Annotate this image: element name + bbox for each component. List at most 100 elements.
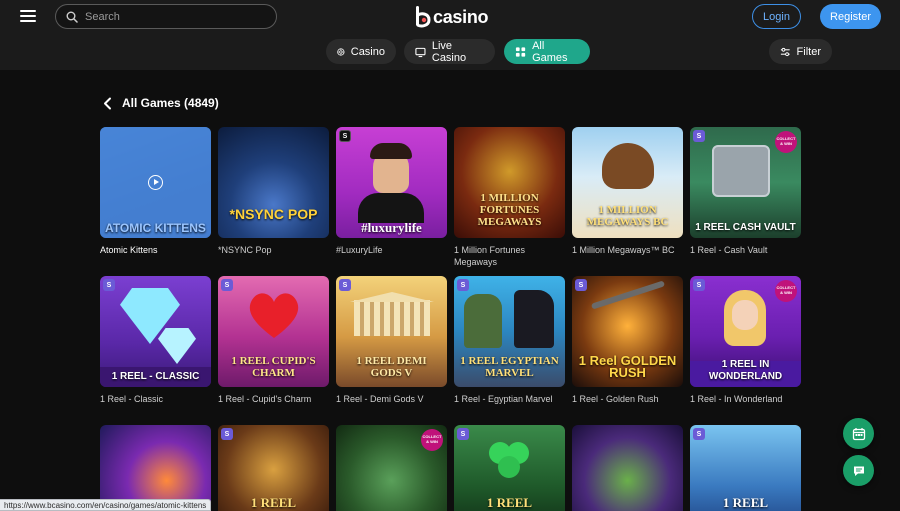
- game-caption[interactable]: 1 Million Fortunes Megaways: [454, 244, 564, 268]
- logo-b-mark: [414, 5, 432, 29]
- provider-badge: S: [221, 428, 233, 440]
- calendar-button[interactable]: [843, 418, 874, 449]
- game-tile-1-reel-in-wonderland[interactable]: 1 REEL IN WONDERLAND S COLLECT & WIN: [690, 276, 801, 387]
- game-tile-1-million-fortunes[interactable]: 1 MILLION FORTUNES MEGAWAYS: [454, 127, 565, 238]
- provider-badge: S: [221, 279, 233, 291]
- provider-badge: S: [693, 279, 705, 291]
- heart-icon: [249, 293, 299, 338]
- game-art-title: 1 Reel GOLDEN RUSH: [578, 353, 677, 380]
- game-art-title: 1 REEL: [250, 495, 297, 510]
- login-button[interactable]: Login: [752, 4, 801, 29]
- game-art-title: 1 REEL - CLASSIC: [111, 371, 200, 382]
- character-suit: [358, 193, 424, 223]
- tab-live-casino[interactable]: Live Casino: [404, 39, 495, 64]
- status-bar-url: https://www.bcasino.com/en/casino/games/…: [0, 499, 212, 511]
- chat-icon: [853, 466, 864, 476]
- anubis-figure: [514, 290, 554, 348]
- provider-badge: S: [457, 279, 469, 291]
- search-input[interactable]: [85, 10, 265, 23]
- game-tile-1-reel-golden-rush[interactable]: 1 Reel GOLDEN RUSH S: [572, 276, 683, 387]
- collect-win-badge: COLLECT & WIN: [775, 131, 797, 153]
- character-hair: [370, 143, 412, 159]
- game-caption[interactable]: *NSYNC Pop: [218, 244, 333, 256]
- search-box[interactable]: [55, 4, 277, 29]
- provider-badge: S: [575, 279, 587, 291]
- clover-icon: [489, 442, 529, 478]
- calendar-icon: [852, 427, 865, 440]
- game-art-title: 1 REEL: [486, 495, 533, 510]
- filter-button[interactable]: Filter: [769, 39, 832, 64]
- game-caption[interactable]: 1 Reel - Classic: [100, 393, 215, 405]
- tab-casino[interactable]: Casino: [326, 39, 396, 64]
- game-caption[interactable]: 1 Reel - Egyptian Marvel: [454, 393, 569, 405]
- logo-text: casino: [433, 6, 489, 27]
- game-caption[interactable]: 1 Reel - Cash Vault: [690, 244, 805, 256]
- game-art-title: 1 REEL IN WONDERLAND: [708, 359, 783, 382]
- game-caption[interactable]: 1 Reel - Cupid's Charm: [218, 393, 333, 405]
- bcasino-logo[interactable]: casino: [414, 4, 489, 30]
- filter-sliders-icon: [780, 47, 790, 56]
- game-art-title: *NSYNC POP: [229, 206, 318, 222]
- game-tile-1-reel-ice[interactable]: 1 REEL S: [690, 425, 801, 511]
- collect-win-badge: COLLECT & WIN: [421, 429, 443, 451]
- game-tile-atomic-kittens[interactable]: ATOMIC KITTENS: [100, 127, 211, 238]
- game-tile-forest-witch[interactable]: [572, 425, 683, 511]
- game-art-title: 1 REEL EGYPTIAN MARVEL: [460, 355, 559, 379]
- tab-live-casino-label: Live Casino: [431, 39, 467, 64]
- play-icon[interactable]: [148, 175, 163, 190]
- game-art-title: 1 MILLION MEGAWAYS BC: [586, 204, 669, 228]
- game-caption[interactable]: 1 Reel - In Wonderland: [690, 393, 805, 405]
- provider-badge: S: [693, 428, 705, 440]
- tab-casino-label: Casino: [350, 45, 385, 58]
- game-art-title: 1 REEL DEMI GODS V: [356, 355, 427, 379]
- game-caption[interactable]: #LuxuryLife: [336, 244, 451, 256]
- provider-badge: S: [693, 130, 705, 142]
- game-art-title: 1 REEL: [722, 495, 769, 510]
- game-tile-1-reel-classic[interactable]: 1 REEL - CLASSIC S: [100, 276, 211, 387]
- provider-badge: S: [457, 428, 469, 440]
- top-bar: casino Login Register Casino Live Casino…: [0, 0, 900, 70]
- game-tile-1-million-megaways-bc[interactable]: 1 MILLION MEGAWAYS BC: [572, 127, 683, 238]
- provider-badge: S: [339, 130, 351, 142]
- mammoth-figure: [602, 143, 654, 189]
- game-tile-1-reel-demi-gods-v[interactable]: 1 REEL DEMI GODS V S: [336, 276, 447, 387]
- game-tile-1-reel-egyptian-marvel[interactable]: 1 REEL EGYPTIAN MARVEL S: [454, 276, 565, 387]
- menu-icon[interactable]: [20, 10, 36, 24]
- tab-all-games[interactable]: All Games: [504, 39, 590, 64]
- vault-safe: [712, 145, 770, 197]
- horus-figure: [464, 294, 502, 348]
- provider-badge: S: [103, 279, 115, 291]
- temple-columns: [354, 300, 430, 336]
- game-tile-1-reel-cupids-charm[interactable]: 1 REEL CUPID'S CHARM S: [218, 276, 329, 387]
- game-tile-nsync-pop[interactable]: *NSYNC POP: [218, 127, 329, 238]
- game-tile-luxurylife[interactable]: #luxurylife S: [336, 127, 447, 238]
- grid-icon: [515, 46, 526, 57]
- filter-label: Filter: [796, 45, 821, 58]
- game-art-title: 1 MILLION FORTUNES MEGAWAYS: [477, 192, 542, 228]
- section-header: All Games (4849): [103, 96, 219, 110]
- tab-all-games-label: All Games: [532, 39, 568, 64]
- game-caption[interactable]: 1 Reel - Demi Gods V: [336, 393, 451, 405]
- provider-badge: S: [339, 279, 351, 291]
- game-art-title: 1 REEL CUPID'S CHARM: [231, 355, 316, 379]
- game-art-title: ATOMIC KITTENS: [105, 221, 206, 235]
- game-art-title: 1 REEL CASH VAULT: [695, 222, 796, 233]
- live-tv-icon: [415, 47, 426, 57]
- game-caption[interactable]: 1 Reel - Golden Rush: [572, 393, 687, 405]
- back-chevron-icon[interactable]: [103, 97, 112, 110]
- page-title: All Games (4849): [122, 96, 219, 110]
- game-tile-1-reel-cash-vault[interactable]: 1 REEL CASH VAULT S COLLECT & WIN: [690, 127, 801, 238]
- search-icon: [66, 11, 78, 23]
- collect-win-badge: COLLECT & WIN: [775, 280, 797, 302]
- game-tile-medusa[interactable]: COLLECT & WIN: [336, 425, 447, 511]
- game-tile-1-reel-clover[interactable]: 1 REEL S: [454, 425, 565, 511]
- chip-icon: [337, 47, 345, 56]
- alice-face: [732, 300, 758, 330]
- game-caption[interactable]: Atomic Kittens: [100, 244, 215, 256]
- chat-button[interactable]: [843, 455, 874, 486]
- register-button[interactable]: Register: [820, 4, 881, 29]
- game-art: [572, 425, 683, 511]
- game-caption[interactable]: 1 Million Megaways™ BC: [572, 244, 687, 256]
- game-tile-1-reel-bison[interactable]: 1 REEL S: [218, 425, 329, 511]
- game-art-title: #luxurylife: [361, 220, 422, 235]
